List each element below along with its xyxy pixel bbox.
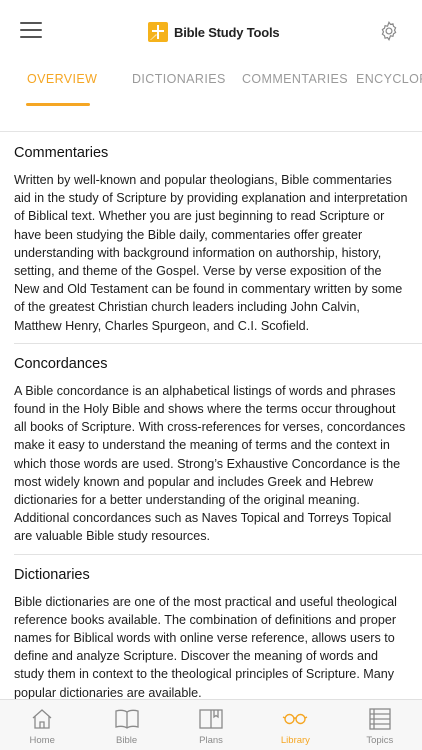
section-body: Bible dictionaries are one of the most p… bbox=[14, 594, 397, 699]
menu-icon bbox=[20, 36, 42, 38]
glasses-icon bbox=[283, 713, 308, 725]
home-icon bbox=[32, 709, 52, 729]
nav-bible-label: Bible bbox=[116, 735, 138, 746]
tab-encyclopedias[interactable]: ENCYCLOPEDIAS bbox=[356, 72, 422, 86]
menu-icon bbox=[20, 22, 42, 24]
bottom-navigation: Home Bible Plans Library Topics bbox=[0, 699, 422, 750]
overview-content[interactable]: Commentaries Written by well-known and p… bbox=[0, 133, 422, 699]
menu-button[interactable] bbox=[20, 22, 42, 40]
menu-icon bbox=[20, 29, 42, 31]
section-title: Commentaries bbox=[14, 145, 109, 161]
nav-plans[interactable]: Plans bbox=[169, 700, 253, 750]
nav-home-label: Home bbox=[29, 735, 55, 746]
list-icon bbox=[369, 708, 391, 730]
app-logo: Bible Study Tools bbox=[148, 21, 280, 43]
section-title: Dictionaries bbox=[14, 566, 90, 583]
nav-topics[interactable]: Topics bbox=[338, 700, 422, 750]
tab-commentaries[interactable]: COMMENTARIES bbox=[242, 72, 348, 86]
gear-icon bbox=[381, 21, 397, 41]
app-title: Bible Study Tools bbox=[174, 24, 280, 40]
nav-topics-label: Topics bbox=[366, 735, 394, 746]
nav-plans-label: Plans bbox=[199, 735, 223, 746]
section-commentaries: Commentaries Written by well-known and p… bbox=[0, 145, 422, 335]
divider bbox=[14, 553, 422, 555]
nav-bible[interactable]: Bible bbox=[84, 700, 168, 750]
logo-cross-icon bbox=[148, 22, 168, 42]
library-tabs: OVERVIEW DICTIONARIES COMMENTARIES ENCYC… bbox=[0, 60, 422, 132]
nav-library[interactable]: Library bbox=[253, 700, 337, 750]
book-open-icon bbox=[114, 709, 139, 729]
section-concordances: Concordances A Bible concordance is an a… bbox=[0, 356, 422, 546]
active-tab-indicator bbox=[26, 103, 90, 106]
nav-home[interactable]: Home bbox=[0, 700, 84, 750]
section-dictionaries: Dictionaries Bible dictionaries are one … bbox=[0, 567, 422, 699]
settings-button[interactable] bbox=[378, 20, 400, 42]
tab-dictionaries[interactable]: DICTIONARIES bbox=[132, 72, 226, 86]
divider bbox=[14, 342, 422, 344]
nav-library-label: Library bbox=[280, 735, 310, 746]
section-body: A Bible concordance is an alphabetical l… bbox=[14, 383, 406, 544]
plans-book-icon bbox=[199, 709, 223, 729]
tab-overview[interactable]: OVERVIEW bbox=[27, 72, 97, 86]
section-body: Written by well-known and popular theolo… bbox=[14, 173, 408, 333]
app-header: Bible Study Tools bbox=[0, 0, 422, 60]
section-title: Concordances bbox=[14, 355, 108, 372]
